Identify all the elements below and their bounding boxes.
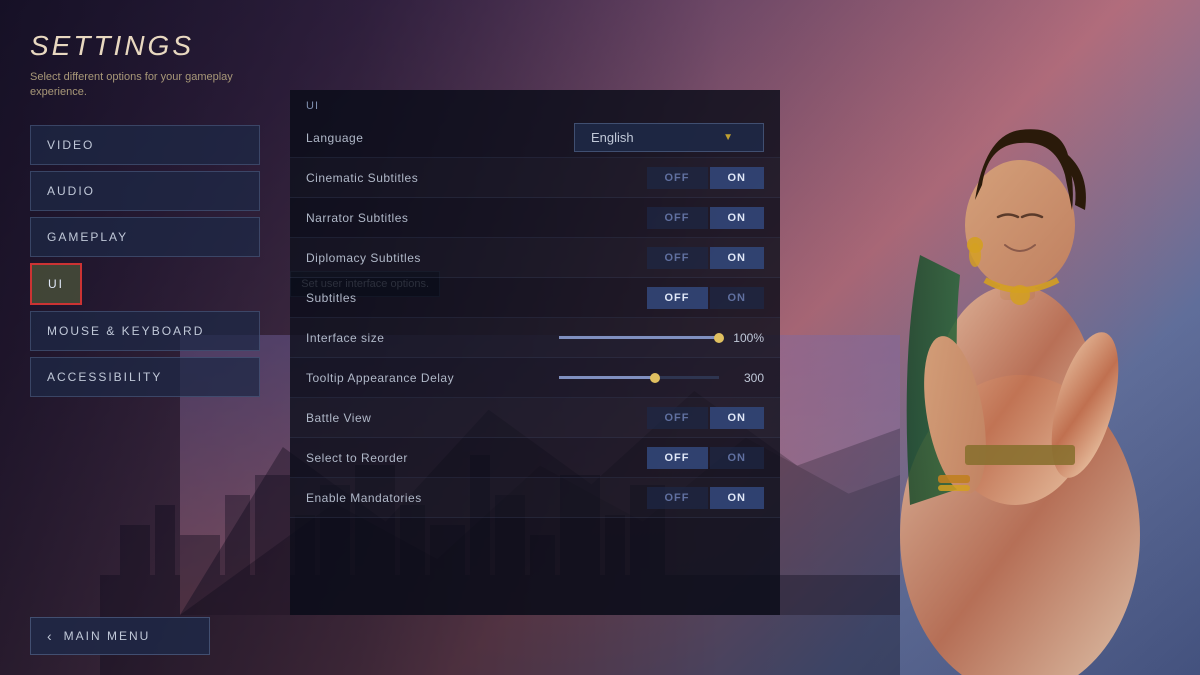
language-label: Language (306, 131, 574, 145)
narrator-subtitles-on[interactable]: ON (710, 207, 765, 229)
diplomacy-subtitles-row: Diplomacy Subtitles OFF ON (290, 238, 780, 278)
tooltip-delay-control: 300 (559, 371, 764, 385)
cinematic-subtitles-off[interactable]: OFF (647, 167, 708, 189)
cinematic-subtitles-label: Cinematic Subtitles (306, 171, 647, 185)
battle-view-on[interactable]: ON (710, 407, 765, 429)
page-title: Settings (30, 30, 260, 62)
enable-mandatories-label: Enable Mandatories (306, 491, 647, 505)
bottom-nav: ‹ Main Menu (30, 617, 210, 655)
subtitles-off[interactable]: OFF (647, 287, 708, 309)
chevron-left-icon: ‹ (47, 628, 54, 644)
interface-size-value: 100% (729, 331, 764, 345)
select-reorder-off[interactable]: OFF (647, 447, 708, 469)
interface-size-track[interactable] (559, 336, 719, 339)
enable-mandatories-on[interactable]: ON (710, 487, 765, 509)
sidebar-item-gameplay[interactable]: Gameplay (30, 217, 260, 257)
battle-view-row: Battle View OFF ON (290, 398, 780, 438)
narrator-subtitles-control: OFF ON (647, 207, 765, 229)
interface-size-row: Interface size 100% (290, 318, 780, 358)
diplomacy-subtitles-on[interactable]: ON (710, 247, 765, 269)
interface-size-thumb[interactable] (714, 333, 724, 343)
sidebar-item-mouse-keyboard[interactable]: Mouse & Keyboard (30, 311, 260, 351)
tooltip-delay-value: 300 (729, 371, 764, 385)
narrator-subtitles-off[interactable]: OFF (647, 207, 708, 229)
subtitles-label: Subtitles (306, 291, 647, 305)
subtitles-control: OFF ON (647, 287, 765, 309)
subtitles-row: Subtitles OFF ON (290, 278, 780, 318)
tooltip-delay-track[interactable] (559, 376, 719, 379)
panel-section-title: UI (290, 90, 780, 118)
sidebar-item-accessibility[interactable]: Accessibility (30, 357, 260, 397)
enable-mandatories-off[interactable]: OFF (647, 487, 708, 509)
tooltip-delay-thumb[interactable] (650, 373, 660, 383)
main-menu-button[interactable]: ‹ Main Menu (30, 617, 210, 655)
sidebar-item-ui[interactable]: UI (30, 263, 82, 305)
tooltip-delay-row: Tooltip Appearance Delay 300 (290, 358, 780, 398)
narrator-subtitles-label: Narrator Subtitles (306, 211, 647, 225)
settings-panel: UI Language English ▼ Cinematic Subtitle… (290, 90, 780, 615)
subtitles-on[interactable]: ON (710, 287, 765, 309)
interface-size-control: 100% (559, 331, 764, 345)
select-reorder-row: Select to Reorder OFF ON (290, 438, 780, 478)
sidebar: Settings Select different options for yo… (30, 30, 260, 397)
diplomacy-subtitles-label: Diplomacy Subtitles (306, 251, 647, 265)
cinematic-subtitles-on[interactable]: ON (710, 167, 765, 189)
settings-rows: Language English ▼ Cinematic Subtitles O… (290, 118, 780, 518)
interface-size-label: Interface size (306, 331, 559, 345)
cinematic-subtitles-control: OFF ON (647, 167, 765, 189)
battle-view-control: OFF ON (647, 407, 765, 429)
select-reorder-control: OFF ON (647, 447, 765, 469)
enable-mandatories-row: Enable Mandatories OFF ON (290, 478, 780, 518)
diplomacy-subtitles-control: OFF ON (647, 247, 765, 269)
language-control: English ▼ (574, 123, 764, 152)
language-row: Language English ▼ (290, 118, 780, 158)
battle-view-off[interactable]: OFF (647, 407, 708, 429)
language-dropdown[interactable]: English ▼ (574, 123, 764, 152)
tooltip-delay-label: Tooltip Appearance Delay (306, 371, 559, 385)
tooltip-delay-fill (559, 376, 655, 379)
page-subtitle: Select different options for your gamepl… (30, 70, 260, 101)
main-content: Settings Select different options for yo… (0, 0, 1200, 675)
cinematic-subtitles-row: Cinematic Subtitles OFF ON (290, 158, 780, 198)
nav-buttons: Video Audio Gameplay UI Set user interfa… (30, 125, 260, 397)
narrator-subtitles-row: Narrator Subtitles OFF ON (290, 198, 780, 238)
diplomacy-subtitles-off[interactable]: OFF (647, 247, 708, 269)
battle-view-label: Battle View (306, 411, 647, 425)
sidebar-item-audio[interactable]: Audio (30, 171, 260, 211)
sidebar-item-video[interactable]: Video (30, 125, 260, 165)
dropdown-arrow-icon: ▼ (723, 132, 733, 143)
select-reorder-on[interactable]: ON (710, 447, 765, 469)
select-reorder-label: Select to Reorder (306, 451, 647, 465)
enable-mandatories-control: OFF ON (647, 487, 765, 509)
interface-size-fill (559, 336, 719, 339)
